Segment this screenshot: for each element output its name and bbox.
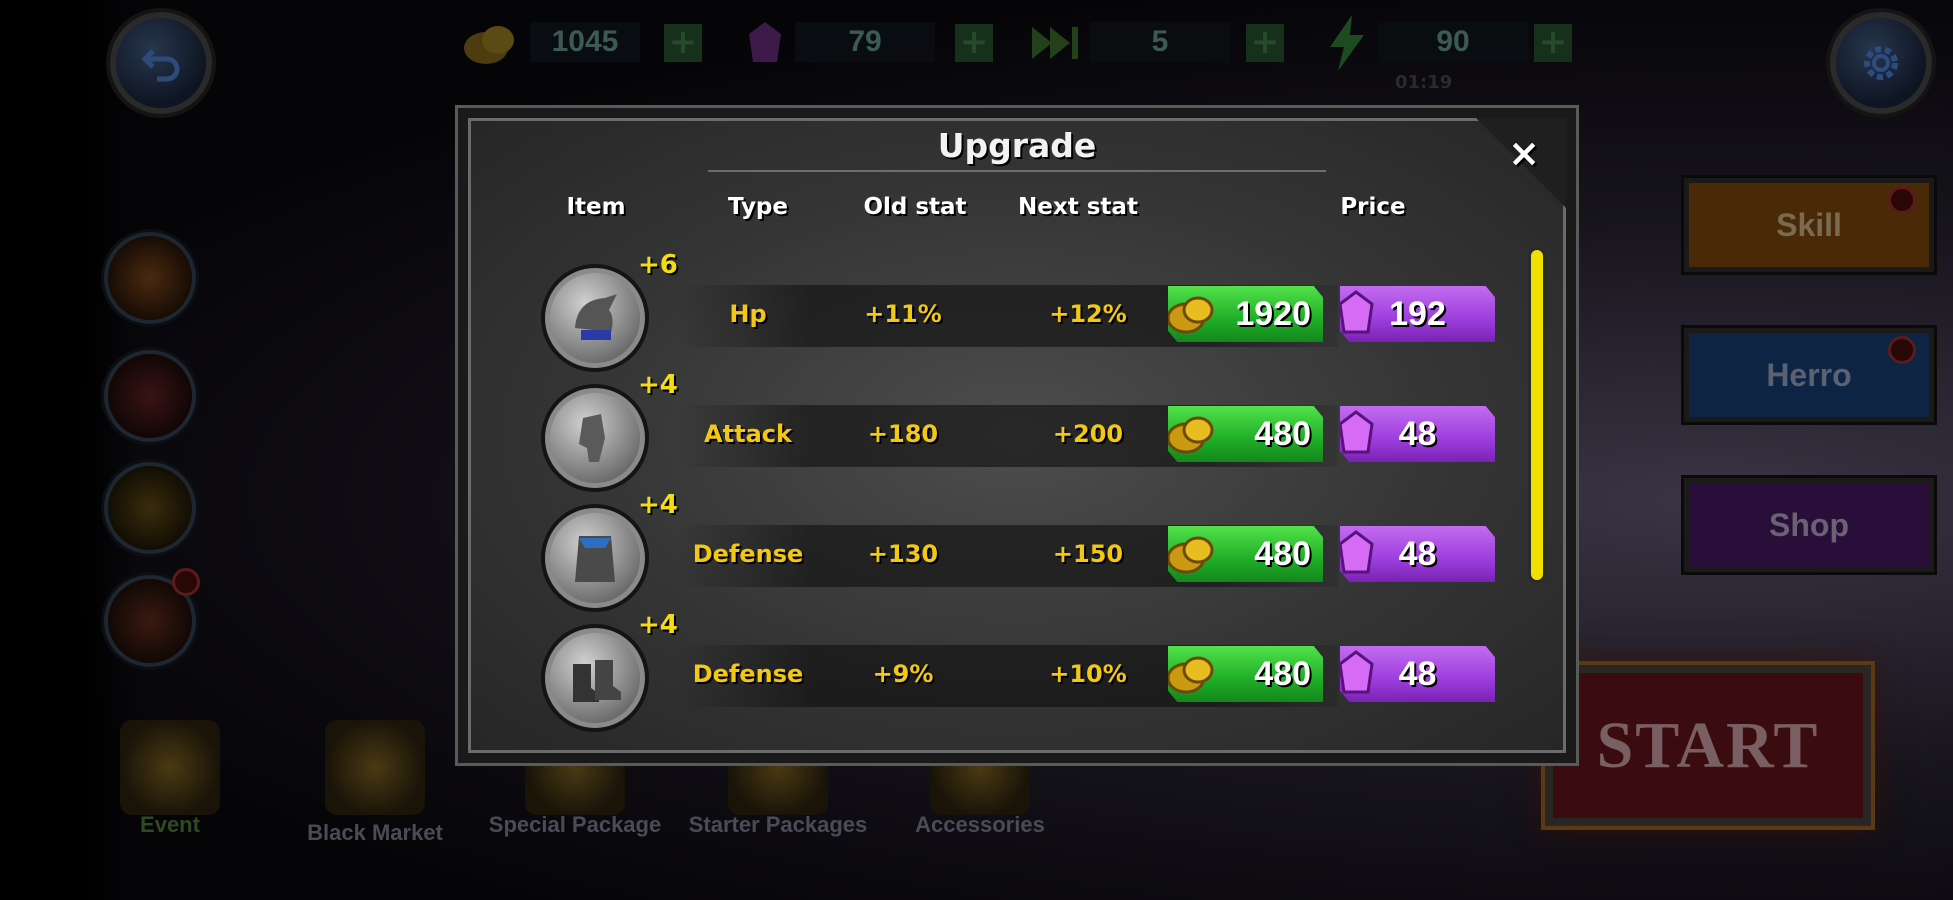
close-button[interactable]: × xyxy=(1504,134,1544,174)
gold-coins-icon xyxy=(1168,296,1214,334)
old-stat: +130 xyxy=(867,540,939,568)
back-button[interactable] xyxy=(110,12,212,114)
gold-price: 480 xyxy=(1254,654,1311,693)
gauntlet-icon xyxy=(541,384,649,492)
left-menu-icon-2[interactable] xyxy=(104,350,196,442)
old-stat: +11% xyxy=(864,300,942,328)
gem-price-button[interactable]: 48 xyxy=(1340,406,1495,462)
old-stat: +9% xyxy=(872,660,934,688)
gem-price: 48 xyxy=(1398,534,1437,573)
upgrade-row: +4 Defense +130 +150 480 48 xyxy=(468,490,1495,612)
stat-type: Defense xyxy=(692,540,804,568)
bottom-item-label: Black Market xyxy=(307,820,443,845)
treasure-icon xyxy=(325,720,425,815)
left-menu-icon-1[interactable] xyxy=(104,232,196,324)
gem-icon xyxy=(1340,530,1374,574)
fast-forward-icon xyxy=(1032,27,1078,59)
gem-value: 79 xyxy=(795,22,935,62)
item-level: +4 xyxy=(638,610,678,640)
stat-type: Attack xyxy=(704,420,792,448)
gear-icon xyxy=(1864,46,1898,80)
gem-price-button[interactable]: 192 xyxy=(1340,286,1495,342)
bottom-item-black-market[interactable]: Black Market xyxy=(285,720,465,850)
gold-coins-icon xyxy=(1168,536,1214,574)
bottom-item-label: Event xyxy=(140,812,200,837)
settings-button[interactable] xyxy=(1830,12,1932,114)
gold-price-button[interactable]: 1920 xyxy=(1168,286,1323,342)
start-button[interactable]: START xyxy=(1545,665,1871,826)
next-stat: +12% xyxy=(1049,300,1127,328)
header-item: Item xyxy=(566,194,626,220)
add-energy-button[interactable]: + xyxy=(1534,24,1572,62)
gift-icon xyxy=(120,720,220,815)
skill-notification-dot xyxy=(1888,186,1916,214)
skip-value: 5 xyxy=(1090,22,1230,62)
add-gem-button[interactable]: + xyxy=(955,24,993,62)
upgrade-row: +4 Attack +180 +200 480 48 xyxy=(468,370,1495,492)
header-next-stat: Next stat xyxy=(1018,194,1138,220)
bottom-item-event[interactable]: Event xyxy=(80,720,260,850)
boots-icon xyxy=(541,624,649,732)
gold-counter: 1045 + xyxy=(460,18,702,68)
energy-timer: 01:19 xyxy=(1395,72,1453,93)
upgrade-row: +4 Defense +9% +10% 480 48 xyxy=(468,610,1495,732)
gold-price-button[interactable]: 480 xyxy=(1168,646,1323,702)
energy-counter: 90 + xyxy=(1322,15,1582,71)
gem-price: 48 xyxy=(1398,414,1437,453)
header-price: Price xyxy=(1340,194,1406,220)
notification-dot xyxy=(172,568,200,596)
back-arrow-icon xyxy=(141,49,180,82)
gold-coins-icon xyxy=(1168,656,1214,694)
gold-price: 480 xyxy=(1254,414,1311,453)
header-old-stat: Old stat xyxy=(863,194,967,220)
gem-price: 48 xyxy=(1398,654,1437,693)
upgrade-dialog: Upgrade × Item Type Old stat Next stat P… xyxy=(458,108,1576,763)
energy-value: 90 xyxy=(1378,22,1528,62)
hero-notification-dot xyxy=(1888,336,1916,364)
skip-counter: 5 + xyxy=(1030,18,1290,68)
gem-icon xyxy=(1340,290,1374,334)
gem-price: 192 xyxy=(1389,294,1446,333)
gem-icon xyxy=(1340,410,1374,454)
add-skip-button[interactable]: + xyxy=(1246,24,1284,62)
gold-coins-icon xyxy=(464,26,514,64)
next-stat: +150 xyxy=(1052,540,1124,568)
old-stat: +180 xyxy=(867,420,939,448)
gold-price: 1920 xyxy=(1235,294,1311,333)
bottom-item-label: Accessories xyxy=(915,812,1045,837)
title-divider xyxy=(708,170,1326,172)
gem-counter: 79 + xyxy=(745,18,995,68)
gold-value: 1045 xyxy=(530,22,640,62)
gold-coins-icon xyxy=(1168,416,1214,454)
helmet-icon xyxy=(541,264,649,372)
armor-icon xyxy=(541,504,649,612)
stat-type: Hp xyxy=(729,300,767,328)
header-type: Type xyxy=(727,194,788,220)
shop-button[interactable]: Shop xyxy=(1684,478,1934,572)
gem-price-button[interactable]: 48 xyxy=(1340,646,1495,702)
gold-price-button[interactable]: 480 xyxy=(1168,406,1323,462)
gem-icon xyxy=(749,22,781,62)
gem-price-button[interactable]: 48 xyxy=(1340,526,1495,582)
item-level: +6 xyxy=(638,250,678,280)
lightning-icon xyxy=(1330,15,1364,71)
left-menu-icon-3[interactable] xyxy=(104,462,196,554)
next-stat: +200 xyxy=(1052,420,1124,448)
upgrade-row: +6 Hp +11% +12% 1920 192 xyxy=(468,250,1495,372)
scrollbar[interactable] xyxy=(1531,250,1543,580)
gem-icon xyxy=(1340,650,1374,694)
add-gold-button[interactable]: + xyxy=(664,24,702,62)
next-stat: +10% xyxy=(1049,660,1127,688)
item-level: +4 xyxy=(638,490,678,520)
gold-price-button[interactable]: 480 xyxy=(1168,526,1323,582)
bottom-item-label: Special Package xyxy=(488,812,662,837)
gold-price: 480 xyxy=(1254,534,1311,573)
item-level: +4 xyxy=(638,370,678,400)
bottom-item-label: Starter Packages xyxy=(688,812,868,837)
dialog-title: Upgrade xyxy=(937,126,1097,165)
stat-type: Defense xyxy=(692,660,804,688)
